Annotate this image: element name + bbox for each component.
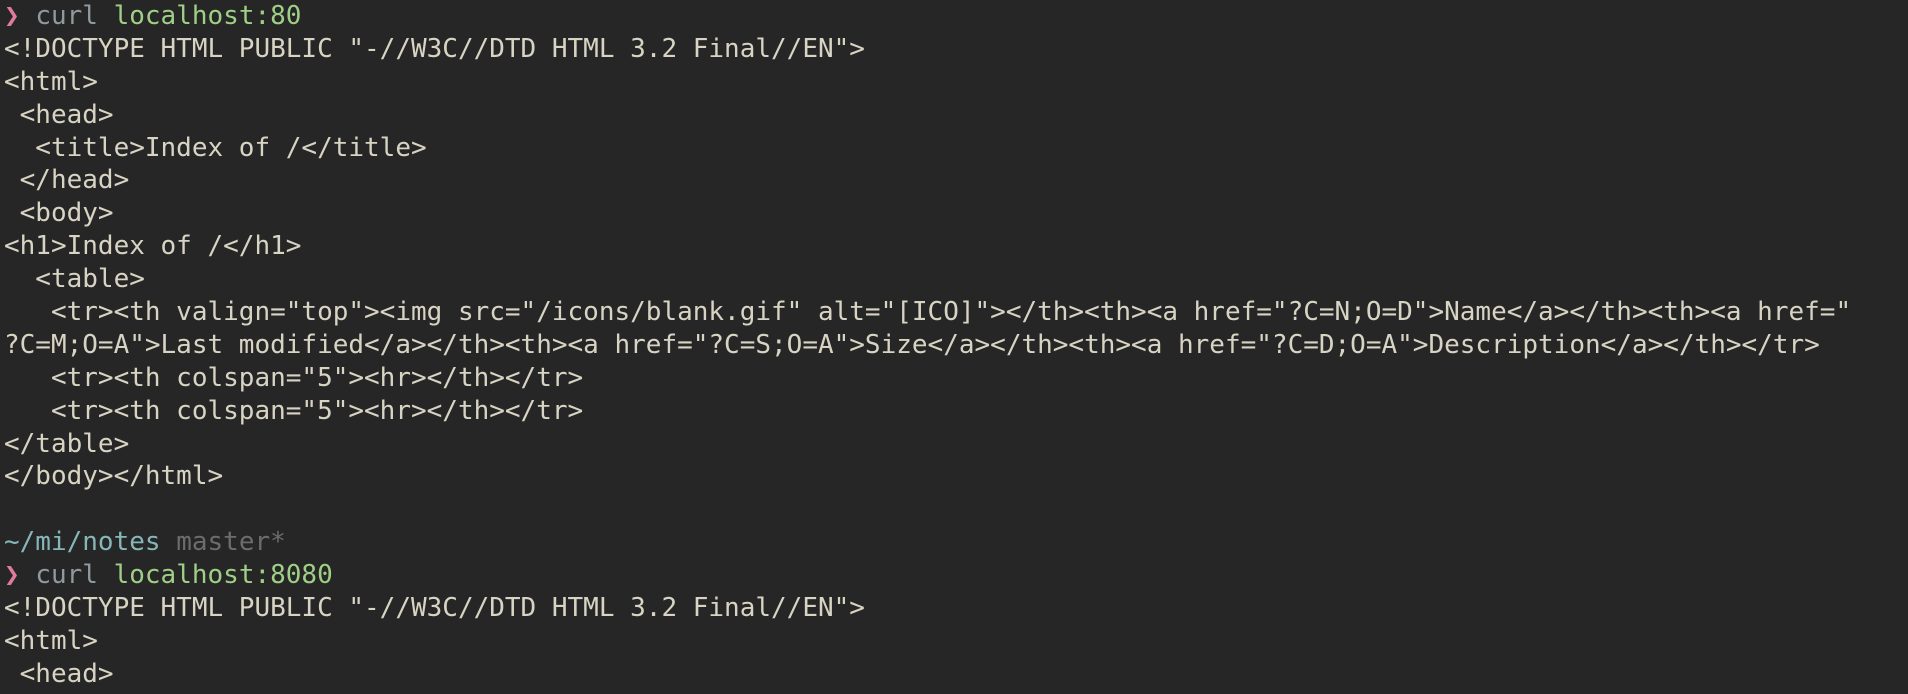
- git-branch: master*: [176, 527, 286, 558]
- output-line: <tr><th colspan="5"><hr></th></tr>: [4, 395, 584, 426]
- output-line: <!DOCTYPE HTML PUBLIC "-//W3C//DTD HTML …: [4, 593, 865, 624]
- prompt-line: ❯ curl localhost:8080: [4, 559, 1908, 592]
- command-name: curl: [35, 1, 98, 31]
- output-line: <html>: [4, 625, 98, 656]
- output-line: <body>: [4, 198, 114, 229]
- output-line: </body></html>: [4, 461, 224, 492]
- output-line: <title>Index of /</title>: [4, 132, 427, 163]
- output-line: <tr><th valign="top"><img src="/icons/bl…: [4, 297, 1852, 328]
- output-line: <table>: [4, 264, 145, 295]
- command-argument: localhost:8080: [113, 560, 333, 591]
- output-line: <tr><th colspan="5"><hr></th></tr>: [4, 362, 584, 393]
- output-line: <head>: [4, 99, 114, 130]
- output-line: <!DOCTYPE HTML PUBLIC "-//W3C//DTD HTML …: [4, 33, 865, 64]
- output-line: <head>: [4, 658, 114, 689]
- output-line: <html>: [4, 66, 98, 97]
- output-line: ?C=M;O=A">Last modified</a></th><th><a h…: [4, 329, 1820, 360]
- terminal-window[interactable]: ❯ curl localhost:80 <!DOCTYPE HTML PUBLI…: [0, 0, 1908, 694]
- prompt-arrow-icon: ❯: [4, 560, 20, 591]
- command-argument: localhost:80: [113, 1, 302, 31]
- output-line: </table>: [4, 428, 130, 459]
- output-line: </head>: [4, 165, 130, 196]
- current-directory: ~/mi/notes: [4, 527, 161, 558]
- command-name: curl: [35, 560, 98, 591]
- status-line: ~/mi/notes master*: [4, 526, 1908, 559]
- prompt-arrow-icon: ❯: [4, 1, 20, 31]
- prompt-line: ❯ curl localhost:80: [4, 0, 1908, 33]
- output-line: <h1>Index of /</h1>: [4, 231, 302, 262]
